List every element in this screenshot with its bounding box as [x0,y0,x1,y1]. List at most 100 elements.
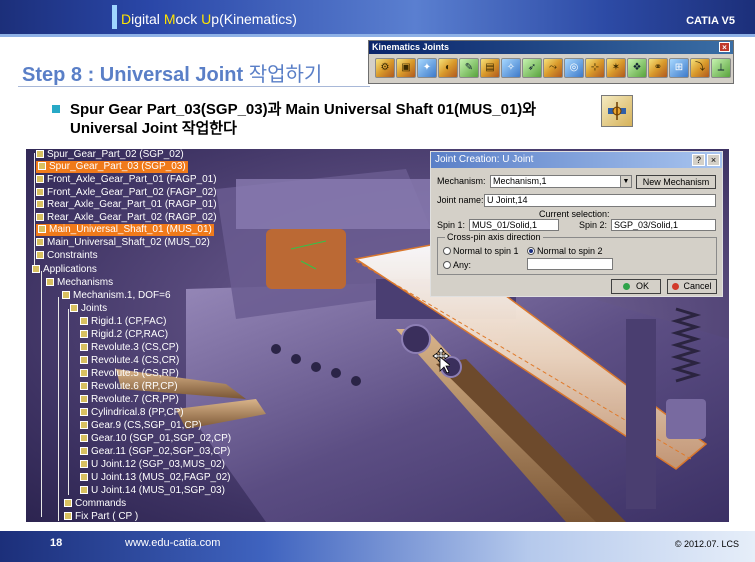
tree-item[interactable]: Mechanism.1, DOF=6 [62,290,171,302]
point-curve-joint-icon[interactable]: ➶ [522,58,542,78]
cylindrical-joint-icon[interactable]: ✦ [417,58,437,78]
universal-joint-icon [601,95,633,127]
tree-item[interactable]: Gear.10 (SGP_01,SGP_02,CP) [80,433,231,445]
tree-item[interactable]: Constraints [36,250,98,262]
tree-item-label: Front_Axle_Gear_Part_01 (FAGP_01) [47,174,217,185]
any-option[interactable]: Any: [443,260,471,270]
revolute-joint-icon[interactable]: ⚙ [375,58,395,78]
tree-item[interactable]: Rear_Axle_Gear_Part_01 (RAGP_01) [36,199,217,211]
tree-node-icon [32,265,40,273]
tree-item[interactable]: Fix Part ( CP ) [64,511,138,522]
mechanism-select[interactable]: Mechanism,1 ▼ [490,175,632,188]
tree-item-label: Mechanisms [57,277,114,288]
tree-node-icon [36,251,44,259]
radio-icon[interactable] [443,261,451,269]
spin2-field[interactable]: SGP_03/Solid,1 [611,219,716,231]
crosspin-label: Cross-pin axis direction [445,232,543,242]
tree-item[interactable]: U Joint.12 (SGP_03,MUS_02) [80,459,225,471]
ok-button[interactable]: OK [611,279,661,294]
normal-spin2-option[interactable]: Normal to spin 2 [527,246,603,256]
tree-item-label: Spur_Gear_Part_02 (SGP_02) [47,149,184,160]
radio-selected-icon[interactable] [527,247,535,255]
tree-item[interactable]: Revolute.5 (CS,RP) [80,368,179,380]
help-button[interactable]: ? [692,154,705,166]
tree-item[interactable]: Revolute.6 (RP,CP) [80,381,178,393]
cv-joint-icon[interactable]: ❖ [627,58,647,78]
tree-item[interactable]: Rear_Axle_Gear_Part_02 (RAGP_02) [36,212,217,224]
tree-item[interactable]: Revolute.7 (CR,PP) [80,394,179,406]
gear-joint-icon[interactable]: ⚭ [648,58,668,78]
dialog-title: Joint Creation: U Joint [435,154,534,165]
tree-item-label: Revolute.4 (CS,CR) [91,355,180,366]
new-mechanism-button[interactable]: New Mechanism [636,175,716,189]
tree-node-icon [80,356,88,364]
roll-curve-joint-icon[interactable]: ◎ [564,58,584,78]
tree-item[interactable]: Gear.11 (SGP_02,SGP_03,CP) [80,446,230,458]
tree-item[interactable]: U Joint.14 (MUS_01,SGP_03) [80,485,225,497]
planar-joint-icon[interactable]: ✧ [501,58,521,78]
toolbar-title: Kinematics Joints [372,42,450,52]
tree-item[interactable]: Rigid.1 (CP,FAC) [80,316,166,328]
tree-item[interactable]: Applications [32,264,97,276]
tree-item-label: Gear.11 (SGP_02,SGP_03,CP) [91,446,231,457]
joint-creation-dialog: Joint Creation: U Joint ? × Mechanism: M… [430,151,723,297]
tree-item[interactable]: Revolute.3 (CS,CP) [80,342,179,354]
normal-spin1-option[interactable]: Normal to spin 1 [443,246,519,256]
tree-item[interactable]: Main_Universal_Shaft_02 (MUS_02) [36,237,210,249]
kinematics-joints-toolbar: Kinematics Joints × ⚙ ▣ ✦ ◐ ✎ ▤ ✧ ➶ ⤳ ◎ ⊹ ✶ ❖ ⚭ ⊞ ⤵ ⟂ [368,40,734,84]
rack-joint-icon[interactable]: ⊞ [669,58,689,78]
tree-item[interactable]: Front_Axle_Gear_Part_01 (FAGP_01) [36,174,217,186]
spin1-field[interactable]: MUS_01/Solid,1 [469,219,559,231]
toolbar-titlebar[interactable]: Kinematics Joints × [369,41,733,54]
tree-node-icon [80,317,88,325]
any-field[interactable] [527,258,613,270]
joint-name-field[interactable]: U Joint,14 [484,194,716,207]
tree-connector [68,309,69,495]
tree-item[interactable]: Rigid.2 (CP,RAC) [80,329,168,341]
spherical-joint-icon[interactable]: ▤ [480,58,500,78]
cancel-button[interactable]: Cancel [667,279,717,294]
tree-node-icon [38,162,46,170]
tree-item[interactable]: Joints [70,303,107,315]
step-title: Step 8 : Universal Joint 작업하기 [22,64,323,86]
tree-item[interactable]: Spur_Gear_Part_03 (SGP_03) [36,161,188,173]
footer-copyright: © 2012.07. LCS [674,539,739,549]
tree-item-label: Rigid.2 (CP,RAC) [91,329,169,340]
radio-icon[interactable] [443,247,451,255]
tree-item[interactable]: U Joint.13 (MUS_02,FAGP_02) [80,472,231,484]
tree-item-label: Applications [43,264,97,275]
tree-item-label: Cylindrical.8 (PP,CP) [91,407,184,418]
rigid-joint-icon[interactable]: ✎ [459,58,479,78]
axis-system-joint-icon[interactable]: ⟂ [711,58,731,78]
tree-item[interactable]: Cylindrical.8 (PP,CP) [80,407,184,419]
tree-node-icon [80,382,88,390]
tree-item[interactable]: Main_Universal_Shaft_01 (MUS_01) [36,224,214,236]
point-surface-joint-icon[interactable]: ⊹ [585,58,605,78]
tree-item[interactable]: Front_Axle_Gear_Part_02 (FAGP_02) [36,187,217,199]
footer-bar [0,531,755,562]
prismatic-joint-icon[interactable]: ▣ [396,58,416,78]
toolbar-close-button[interactable]: × [719,42,730,52]
tree-item[interactable]: Revolute.4 (CS,CR) [80,355,179,367]
universal-joint-icon[interactable]: ✶ [606,58,626,78]
tree-item-label: Revolute.6 (RP,CP) [91,381,178,392]
header-accent [112,5,117,29]
footer-url[interactable]: www.edu-catia.com [125,537,220,549]
tree-item-label: U Joint.14 (MUS_01,SGP_03) [91,485,225,496]
tree-item[interactable]: Mechanisms [46,277,113,289]
screw-joint-icon[interactable]: ◐ [438,58,458,78]
tree-item-label: Rigid.1 (CP,FAC) [91,316,167,327]
tree-item[interactable]: Spur_Gear_Part_02 (SGP_02) [36,149,184,161]
tree-node-icon [36,188,44,196]
tree-item[interactable]: Commands [64,498,126,510]
catia-viewport[interactable]: Spur_Gear_Part_02 (SGP_02) Spur_Gear_Part… [26,149,729,522]
dialog-close-button[interactable]: × [707,154,720,166]
cable-joint-icon[interactable]: ⤵ [690,58,710,78]
tree-node-icon [70,304,78,312]
chevron-down-icon[interactable]: ▼ [620,176,631,187]
tree-connector [34,153,35,265]
dialog-titlebar[interactable]: Joint Creation: U Joint ? × [431,152,722,168]
tree-item[interactable]: Gear.9 (CS,SGP_01,CP) [80,420,202,432]
slide-curve-joint-icon[interactable]: ⤳ [543,58,563,78]
tree-item-label: Main_Universal_Shaft_02 (MUS_02) [47,237,210,248]
